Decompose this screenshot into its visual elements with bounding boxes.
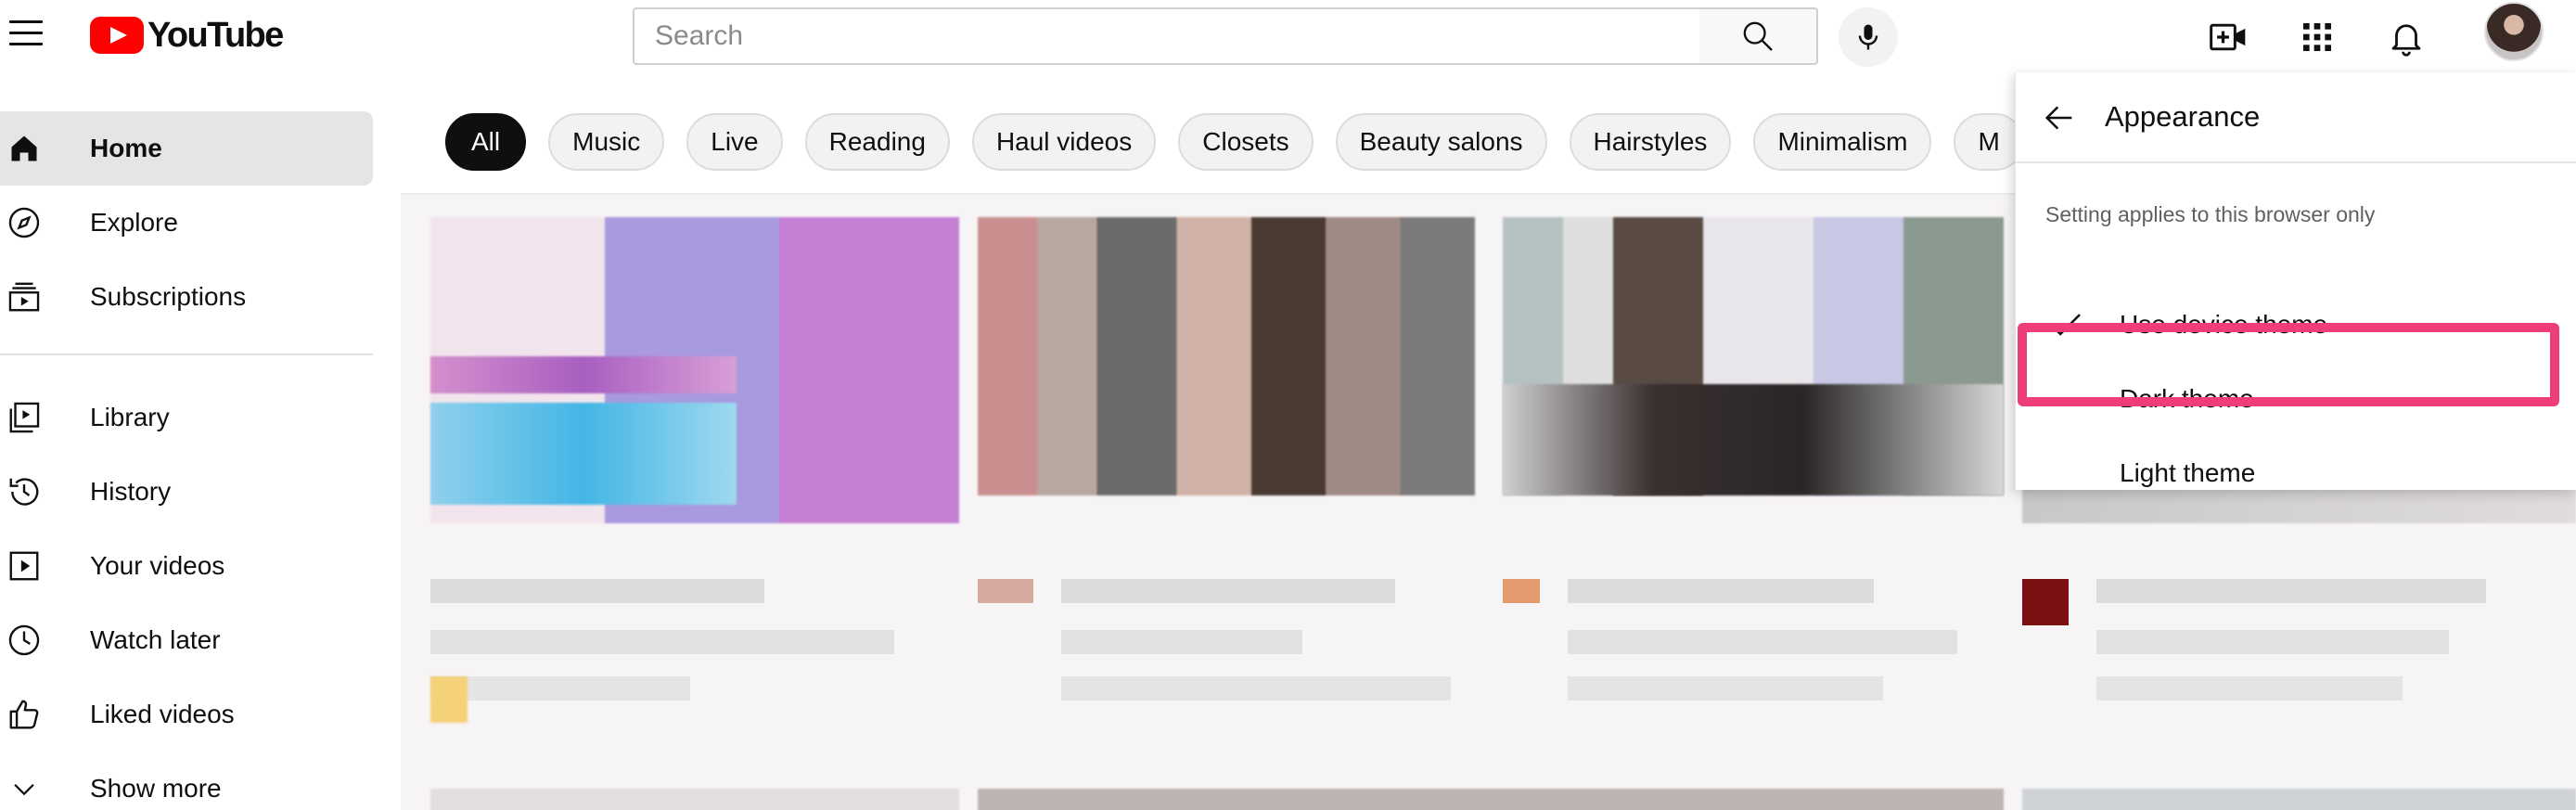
create-button[interactable]: [2206, 15, 2250, 59]
video-meta-placeholder: [1061, 676, 1451, 701]
sidebar-item-subscriptions[interactable]: Subscriptions: [0, 260, 373, 334]
search-input[interactable]: [655, 20, 1679, 52]
video-meta-placeholder: [1568, 630, 1957, 654]
appearance-menu: Appearance Setting applies to this brows…: [2015, 72, 2576, 490]
video-meta-placeholder: [1061, 630, 1302, 654]
bell-icon: [2391, 24, 2421, 57]
sidebar-item-explore[interactable]: Explore: [0, 186, 373, 260]
sidebar-item-label: Your videos: [90, 551, 225, 580]
video-thumbnail: [2022, 789, 2576, 810]
clock-icon: [6, 622, 43, 659]
video-thumbnail: [978, 789, 2004, 810]
history-icon: [6, 473, 43, 510]
top-bar: YouTube: [0, 0, 2576, 74]
sidebar-item-library[interactable]: Library: [0, 380, 373, 455]
video-title-placeholder: [1568, 579, 1874, 603]
logo-text: YouTube: [147, 15, 284, 55]
sidebar-item-label: Explore: [90, 208, 178, 237]
search-button[interactable]: [1699, 7, 1818, 65]
chip-beauty-salons[interactable]: Beauty salons: [1335, 113, 1547, 171]
video-card[interactable]: [430, 217, 959, 723]
sidebar-item-watch-later[interactable]: Watch later: [0, 603, 373, 677]
video-card[interactable]: [978, 217, 1475, 718]
video-card[interactable]: [1503, 217, 2004, 718]
sidebar-item-label: Show more: [90, 774, 222, 803]
video-title-placeholder: [2096, 579, 2486, 603]
video-thumbnail: [978, 217, 1475, 495]
option-light-theme[interactable]: Light theme: [2016, 436, 2576, 510]
channel-avatar: [430, 676, 468, 723]
voice-search-button[interactable]: [1839, 7, 1898, 67]
chip-minimalism[interactable]: Minimalism: [1753, 113, 1932, 171]
video-thumbnail-detail: [1503, 384, 2004, 495]
chip-haul-videos[interactable]: Haul videos: [971, 113, 1157, 171]
menu-icon[interactable]: [9, 20, 43, 48]
library-icon: [6, 399, 43, 436]
search-icon: [1743, 21, 1773, 51]
video-meta-placeholder: [1568, 676, 1883, 701]
avatar[interactable]: [2484, 2, 2544, 61]
appearance-note: Setting applies to this browser only: [2045, 202, 2376, 226]
microphone-icon: [1858, 24, 1878, 50]
sidebar-item-label: Home: [90, 134, 162, 162]
subscriptions-icon: [6, 278, 43, 315]
channel-avatar: [2022, 579, 2069, 625]
search-box: [633, 7, 1701, 65]
video-meta-placeholder: [430, 676, 690, 701]
chip-reading[interactable]: Reading: [804, 113, 950, 171]
sidebar-item-home[interactable]: Home: [0, 111, 373, 186]
filter-chips: All Music Live Reading Haul videos Close…: [445, 113, 2024, 171]
video-title-placeholder: [1061, 579, 1395, 603]
sidebar-item-label: Subscriptions: [90, 282, 247, 311]
video-title-placeholder: [430, 579, 764, 603]
appearance-menu-header: Appearance: [2016, 72, 2576, 163]
back-button[interactable]: [2038, 96, 2081, 139]
chevron-down-icon: [6, 770, 43, 807]
chip-hairstyles[interactable]: Hairstyles: [1569, 113, 1732, 171]
sidebar-item-label: Library: [90, 403, 170, 431]
your-videos-icon: [6, 547, 43, 585]
channel-avatar: [1503, 579, 1540, 603]
chip-live[interactable]: Live: [686, 113, 783, 171]
sidebar-item-label: Liked videos: [90, 700, 235, 728]
apps-button[interactable]: [2295, 15, 2339, 59]
sidebar-divider: [0, 354, 373, 355]
chip-more[interactable]: M: [1954, 113, 2024, 171]
channel-avatar: [978, 579, 1033, 603]
video-meta-placeholder: [2096, 630, 2449, 654]
chip-closets[interactable]: Closets: [1178, 113, 1314, 171]
youtube-play-icon: [90, 17, 144, 54]
apps-grid-icon: [2303, 23, 2331, 51]
notifications-button[interactable]: [2384, 15, 2429, 59]
thumbs-up-icon: [6, 696, 43, 733]
sidebar-item-your-videos[interactable]: Your videos: [0, 529, 373, 603]
chip-music[interactable]: Music: [548, 113, 665, 171]
home-icon: [6, 130, 43, 167]
sidebar: Home Explore Subscriptions Library Histo…: [0, 74, 401, 810]
dark-theme-highlight: [2018, 323, 2559, 406]
appearance-title: Appearance: [2105, 100, 2261, 133]
video-meta-placeholder: [2096, 676, 2403, 701]
sidebar-item-history[interactable]: History: [0, 455, 373, 529]
video-thumbnail: [430, 789, 959, 810]
sidebar-item-liked-videos[interactable]: Liked videos: [0, 677, 373, 752]
option-label: Light theme: [2120, 458, 2256, 487]
compass-icon: [6, 204, 43, 241]
sidebar-item-show-more[interactable]: Show more: [0, 752, 373, 810]
chip-all[interactable]: All: [445, 113, 527, 171]
sidebar-item-label: History: [90, 477, 172, 506]
sidebar-item-label: Watch later: [90, 625, 221, 654]
create-video-icon: [2210, 23, 2246, 51]
video-meta-placeholder: [430, 630, 894, 654]
youtube-logo[interactable]: YouTube: [90, 15, 284, 55]
video-thumbnail-detail: [430, 356, 737, 393]
video-thumbnail-detail: [430, 403, 737, 505]
arrow-left-icon: [2044, 106, 2072, 130]
